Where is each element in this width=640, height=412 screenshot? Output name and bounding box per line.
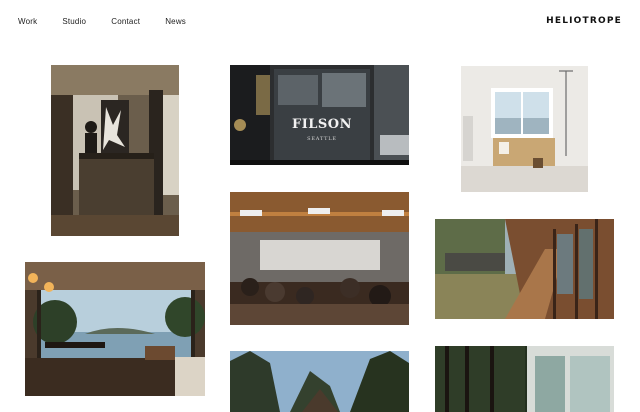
project-thumb-white-bathroom[interactable] — [461, 66, 588, 192]
project-image — [461, 66, 588, 192]
project-image — [435, 219, 614, 319]
project-thumb-forest-glass-house[interactable] — [435, 346, 614, 412]
filson-sign: FILSON — [291, 117, 353, 132]
project-image — [230, 351, 409, 412]
project-thumb-interior-kitchen[interactable] — [51, 65, 179, 236]
project-image — [230, 192, 409, 325]
project-thumb-lakeview-dining[interactable] — [25, 262, 205, 396]
project-thumb-restaurant[interactable] — [230, 192, 409, 325]
project-image — [435, 346, 614, 412]
project-image — [230, 65, 409, 165]
project-thumb-forest-cabin[interactable] — [230, 351, 409, 412]
project-image — [25, 262, 205, 396]
project-thumb-cabin-walkway[interactable] — [435, 219, 614, 319]
project-thumb-filson-storefront[interactable]: FILSON SEATTLE — [230, 65, 409, 165]
main-nav: Work Studio Contact News — [18, 17, 211, 26]
brand-logo[interactable]: HELIOTROPE — [546, 16, 622, 26]
nav-news[interactable]: News — [165, 17, 186, 26]
filson-sign-sub: SEATTLE — [307, 136, 337, 142]
nav-contact[interactable]: Contact — [111, 17, 140, 26]
nav-work[interactable]: Work — [18, 17, 37, 26]
project-image — [51, 65, 179, 236]
nav-studio[interactable]: Studio — [62, 17, 86, 26]
